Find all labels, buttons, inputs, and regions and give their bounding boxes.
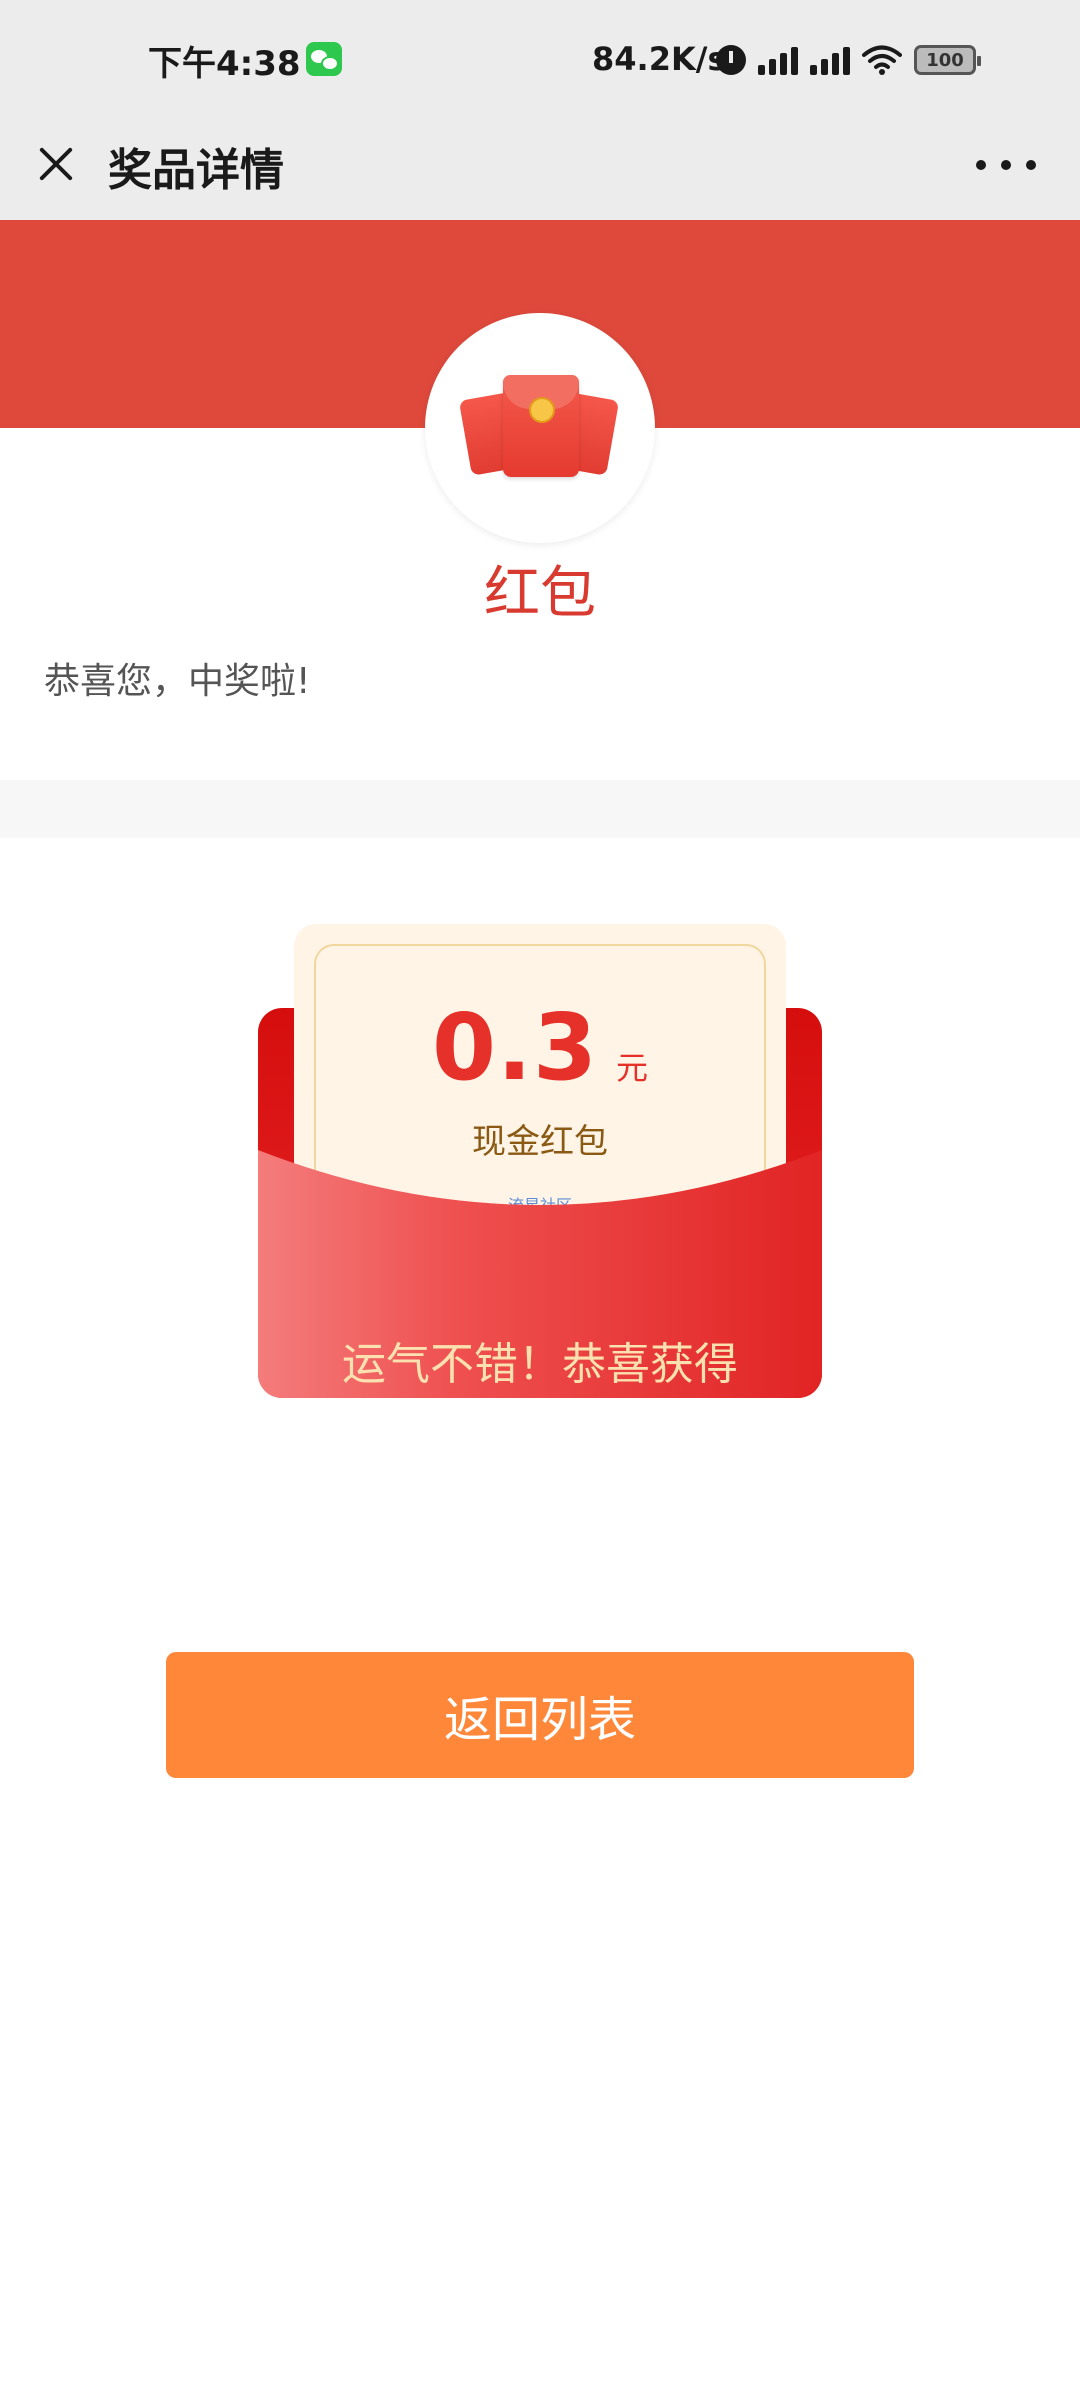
section-divider (0, 780, 1080, 838)
signal-icon (758, 45, 798, 75)
network-speed: 84.2K/s (592, 40, 727, 78)
wechat-icon (306, 42, 342, 76)
prize-name: 红包 (484, 561, 596, 626)
signal-icon (810, 45, 850, 75)
page-title: 奖品详情 (108, 145, 284, 196)
app-header: 奖品详情 (0, 120, 1080, 220)
red-envelope-icon (503, 375, 579, 477)
battery-icon: 100 (914, 45, 981, 75)
envelope-slogan: 运气不错！恭喜获得 (342, 1339, 738, 1390)
back-to-list-button[interactable]: 返回列表 (166, 1652, 914, 1778)
wifi-icon (862, 44, 902, 76)
alarm-icon (716, 45, 746, 75)
prize-amount: 0.3 (432, 994, 598, 1101)
prize-avatar (425, 313, 655, 543)
congrats-text: 恭喜您，中奖啦! (44, 661, 311, 702)
coin-icon (529, 397, 555, 423)
more-icon[interactable] (976, 140, 1036, 190)
amount-unit: 元 (615, 1049, 648, 1087)
close-icon[interactable] (30, 134, 80, 194)
red-envelope-card: 0.3元 现金红包 流星社区 运气不错！恭喜获得 (258, 920, 822, 1480)
amount-row: 0.3 元 (294, 994, 786, 1101)
battery-level: 100 (926, 49, 964, 71)
status-time: 下午4:38 (148, 44, 301, 84)
status-bar: 下午4:38 84.2K/s 100 (0, 0, 1080, 120)
status-icons: 100 (716, 38, 981, 82)
